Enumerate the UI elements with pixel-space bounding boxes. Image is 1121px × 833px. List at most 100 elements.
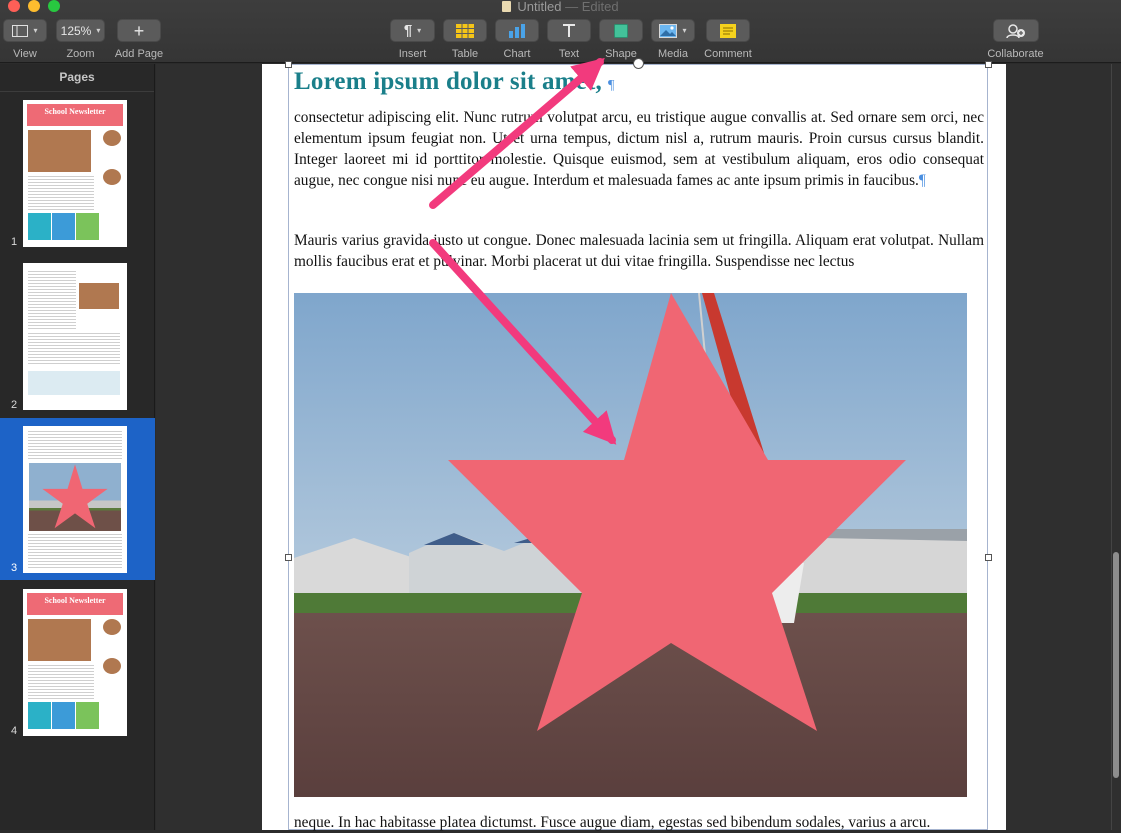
thumbnail-photo: [28, 130, 91, 172]
pilcrow-icon: ¶: [607, 78, 615, 93]
media-label: Media: [658, 48, 688, 60]
thumbnail-banner: School Newsletter: [27, 104, 123, 126]
zoom-value: 125%: [60, 23, 92, 38]
resize-handle[interactable]: [285, 61, 292, 68]
resize-handle[interactable]: [985, 61, 992, 68]
thumbnail-text: [28, 431, 122, 459]
rotate-handle[interactable]: [633, 58, 644, 69]
view-button[interactable]: ▾: [3, 19, 47, 42]
zoom-label: Zoom: [66, 48, 95, 60]
document-canvas: Lorem ipsum dolor sit amet, ¶ consectetur…: [156, 58, 1121, 831]
resize-handle[interactable]: [285, 554, 292, 561]
chart-control[interactable]: Chart: [495, 19, 539, 60]
document-heading[interactable]: Lorem ipsum dolor sit amet, ¶: [294, 68, 615, 96]
toolbar: Untitled — Edited ▾ View 125% ▾ Zoom + A…: [0, 0, 1121, 63]
add-page-control[interactable]: + Add Page: [114, 19, 164, 60]
comment-button[interactable]: [706, 19, 750, 42]
sidebar-title: Pages: [0, 64, 154, 92]
plus-icon: +: [133, 20, 145, 41]
table-control[interactable]: Table: [443, 19, 487, 60]
chevron-down-icon: ▾: [33, 26, 38, 35]
square-shape-icon: [614, 23, 628, 38]
thumbnail-text: [28, 333, 120, 365]
thumbnail-box: [52, 213, 75, 240]
body-paragraph-1[interactable]: consectetur adipiscing elit. Nunc rutrum…: [294, 107, 984, 191]
inserted-photo[interactable]: [294, 293, 967, 797]
page-thumbnail[interactable]: School Newsletter: [23, 100, 127, 247]
thumbnail-banner: School Newsletter: [27, 593, 123, 615]
page-number: 2: [11, 399, 18, 411]
table-label: Table: [451, 48, 479, 60]
star-icon: [42, 464, 108, 529]
media-control[interactable]: ▾ Media: [651, 19, 695, 60]
comment-control[interactable]: Comment: [703, 19, 753, 60]
resize-handle[interactable]: [985, 554, 992, 561]
thumbnail-text: [28, 176, 94, 210]
collaborate-button[interactable]: [992, 19, 1039, 42]
insert-label: Insert: [398, 48, 427, 60]
chart-button[interactable]: [495, 19, 539, 42]
window-edge: [1111, 64, 1112, 830]
text-button[interactable]: [547, 19, 591, 42]
page-number: 4: [11, 725, 18, 737]
thumbnail-box: [52, 702, 75, 729]
zoom-control[interactable]: 125% ▾ Zoom: [56, 19, 105, 60]
text-control[interactable]: Text: [547, 19, 591, 60]
thumbnail-text: [28, 534, 122, 570]
window-title: Untitled — Edited: [0, 0, 1121, 14]
pages-sidebar: Pages School Newsletter 1 2 3 School New…: [0, 64, 155, 830]
thumbnail-text: [28, 665, 94, 699]
page-thumbnail[interactable]: [23, 426, 127, 573]
chart-label: Chart: [503, 48, 531, 60]
window-edited-status: — Edited: [565, 0, 619, 14]
thumbnail-box: [28, 702, 51, 729]
pilcrow-icon: ¶: [403, 22, 413, 39]
paragraph-text: Mauris varius gravida justo ut congue. D…: [294, 232, 984, 270]
sidebar-view-icon: [12, 24, 29, 37]
chevron-down-icon: ▾: [682, 26, 687, 35]
person-add-icon: [1005, 23, 1025, 38]
page-number: 3: [11, 562, 18, 574]
shape-control[interactable]: Shape: [599, 19, 643, 60]
insert-control[interactable]: ¶ ▾ Insert: [390, 19, 435, 60]
chevron-down-icon: ▾: [417, 26, 422, 35]
sailboat-photo: [294, 293, 967, 797]
page-thumbnail-row[interactable]: School Newsletter 1: [0, 93, 155, 255]
insert-button[interactable]: ¶ ▾: [390, 19, 435, 42]
document-icon: [502, 1, 512, 12]
pilcrow-icon: ¶: [918, 172, 926, 189]
thumbnail-box: [76, 702, 99, 729]
collaborate-control[interactable]: Collaborate: [984, 19, 1047, 60]
view-label: View: [13, 48, 37, 60]
heading-text: Lorem ipsum dolor sit amet,: [294, 68, 602, 95]
zoom-select[interactable]: 125% ▾: [56, 19, 105, 42]
thumbnail-photo: [103, 658, 121, 674]
document-page[interactable]: Lorem ipsum dolor sit amet, ¶ consectetur…: [262, 58, 1006, 831]
page-thumbnail[interactable]: School Newsletter: [23, 589, 127, 736]
add-page-label: Add Page: [114, 48, 164, 60]
page-thumbnail-row[interactable]: 2: [0, 256, 155, 418]
bar-chart-icon: [509, 23, 525, 38]
thumbnail-photo: [103, 169, 121, 185]
view-control[interactable]: ▾ View: [3, 19, 47, 60]
thumbnail-box: [28, 371, 120, 395]
thumbnail-photo: [103, 619, 121, 635]
table-button[interactable]: [443, 19, 487, 42]
page-thumbnail-row-selected[interactable]: 3: [0, 418, 155, 580]
thumbnail-photo: [103, 130, 121, 146]
thumbnail-box: [76, 213, 99, 240]
add-page-button[interactable]: +: [117, 19, 161, 42]
comment-label: Comment: [704, 48, 752, 60]
paragraph-text: neque. In hac habitasse platea dictumst.…: [294, 814, 931, 831]
media-button[interactable]: ▾: [651, 19, 695, 42]
body-paragraph-2[interactable]: Mauris varius gravida justo ut congue. D…: [294, 230, 984, 272]
thumbnail-photo: [29, 463, 121, 531]
shape-button[interactable]: [599, 19, 643, 42]
table-icon: [456, 23, 474, 38]
vertical-scrollbar[interactable]: [1113, 552, 1119, 778]
page-thumbnail[interactable]: [23, 263, 127, 410]
thumbnail-photo: [79, 283, 119, 309]
text-label: Text: [558, 48, 580, 60]
thumbnail-text: [28, 271, 76, 331]
page-thumbnail-row[interactable]: School Newsletter 4: [0, 581, 155, 743]
